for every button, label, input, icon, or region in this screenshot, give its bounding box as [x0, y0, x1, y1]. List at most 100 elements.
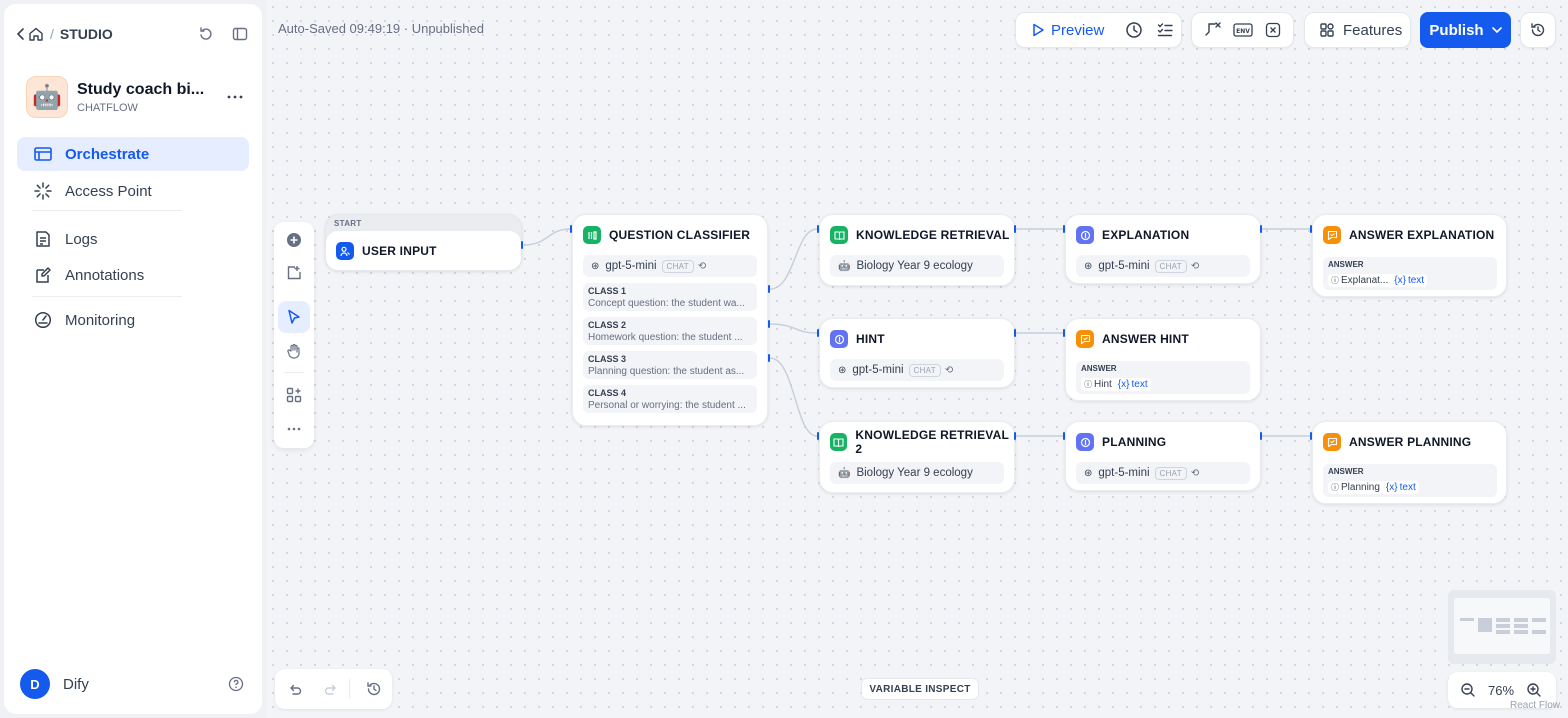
answer-section-label: ANSWER: [1328, 467, 1364, 476]
global-variables-icon[interactable]: [1265, 22, 1281, 38]
output-handle[interactable]: [1014, 225, 1016, 233]
output-handle[interactable]: [1014, 432, 1016, 440]
app-info[interactable]: 🤖 Study coach bi... CHATFLOW: [26, 74, 246, 120]
input-handle[interactable]: [1063, 225, 1065, 233]
output-handle[interactable]: [521, 241, 523, 249]
collapse-sidebar-icon[interactable]: [232, 26, 248, 42]
checklist-icon[interactable]: [1157, 22, 1174, 38]
input-handle[interactable]: [1310, 432, 1312, 440]
answer-hint-node[interactable]: ANSWER HINT ANSWER ⓘ Hint {x} text: [1065, 318, 1261, 401]
conversation-variables-icon[interactable]: [1204, 21, 1222, 39]
back-icon[interactable]: [16, 27, 26, 41]
add-node-button[interactable]: [278, 224, 310, 256]
history-button[interactable]: [1520, 12, 1556, 48]
version-history-icon[interactable]: [366, 681, 382, 697]
variable-inspect-button[interactable]: VARIABLE INSPECT: [861, 678, 979, 700]
add-note-button[interactable]: [278, 257, 310, 289]
answer-section-label: ANSWER: [1328, 260, 1364, 269]
llm-small-icon: ⓘ: [1331, 276, 1339, 285]
env-icon[interactable]: ENV: [1233, 22, 1254, 38]
explanation-node[interactable]: EXPLANATION ⊛ gpt-5-mini CHAT ⟲: [1065, 214, 1261, 284]
preview-group: Preview: [1015, 12, 1182, 48]
undo-icon[interactable]: [287, 681, 303, 697]
hand-mode-button[interactable]: [278, 335, 310, 367]
variable-field: text: [1131, 379, 1148, 390]
breadcrumb[interactable]: STUDIO: [60, 26, 113, 42]
redo-icon[interactable]: [323, 681, 339, 697]
zoom-level[interactable]: 76%: [1488, 683, 1514, 698]
sidebar-item-label: Orchestrate: [65, 145, 150, 163]
model-selector[interactable]: ⊛ gpt-5-mini CHAT ⟲: [1076, 462, 1250, 484]
help-icon[interactable]: [228, 676, 244, 692]
output-handle[interactable]: [768, 354, 770, 362]
input-handle[interactable]: [1063, 432, 1065, 440]
divider: [32, 296, 182, 297]
sidebar-header: / STUDIO: [16, 22, 248, 46]
llm-icon: [1076, 433, 1094, 451]
logs-icon: [33, 229, 53, 249]
openai-icon: ⊛: [838, 364, 847, 376]
pointer-mode-button[interactable]: [278, 301, 310, 333]
class-name: CLASS 3: [588, 354, 627, 364]
sidebar-item-orchestrate[interactable]: Orchestrate: [17, 137, 249, 171]
start-node[interactable]: START USER INPUT: [325, 214, 522, 271]
checklist-clock-icon[interactable]: [1125, 21, 1143, 39]
zoom-in-icon[interactable]: [1526, 682, 1542, 698]
model-selector[interactable]: ⊛ gpt-5-mini CHAT ⟲: [1076, 255, 1250, 277]
model-selector[interactable]: ⊛ gpt-5-mini CHAT ⟲: [830, 359, 1004, 381]
features-label: Features: [1343, 21, 1403, 39]
organize-blocks-button[interactable]: [278, 379, 310, 411]
model-selector[interactable]: ⊛ gpt-5-mini CHAT ⟲: [583, 255, 757, 277]
home-icon[interactable]: [28, 26, 44, 42]
svg-text:ENV: ENV: [1237, 28, 1251, 35]
sidebar-item-annotations[interactable]: Annotations: [17, 258, 249, 292]
zoom-out-icon[interactable]: [1460, 682, 1476, 698]
output-handle[interactable]: [768, 320, 770, 328]
output-handle[interactable]: [1260, 432, 1262, 440]
dataset-name: Biology Year 9 ecology: [856, 467, 973, 479]
knowledge-retrieval-node[interactable]: KNOWLEDGE RETRIEVAL 🤖 Biology Year 9 eco…: [819, 214, 1015, 286]
knowledge-retrieval-2-node[interactable]: KNOWLEDGE RETRIEVAL 2 🤖 Biology Year 9 e…: [819, 421, 1015, 493]
more-icon[interactable]: [227, 95, 243, 99]
answer-planning-node[interactable]: ANSWER PLANNING ANSWER ⓘ Planning {x} te…: [1312, 421, 1507, 504]
publish-button[interactable]: Publish: [1420, 12, 1511, 48]
model-settings-icon: ⟲: [1190, 467, 1200, 479]
publish-label: Publish: [1429, 21, 1484, 39]
answer-explanation-node[interactable]: ANSWER EXPLANATION ANSWER ⓘ Explanat... …: [1312, 214, 1507, 297]
preview-button[interactable]: Preview: [1016, 13, 1104, 47]
features-button[interactable]: Features: [1304, 12, 1411, 48]
user-account[interactable]: D Dify: [20, 666, 250, 702]
sidebar-item-label: Monitoring: [65, 311, 136, 329]
input-handle[interactable]: [817, 329, 819, 337]
sidebar-item-label: Annotations: [65, 266, 145, 284]
output-handle[interactable]: [768, 285, 770, 293]
input-handle[interactable]: [817, 432, 819, 440]
output-handle[interactable]: [1014, 329, 1016, 337]
variable-chip: ⓘ Hint {x} text: [1081, 378, 1151, 391]
hint-node[interactable]: HINT ⊛ gpt-5-mini CHAT ⟲: [819, 318, 1015, 388]
sync-icon[interactable]: [198, 26, 214, 42]
minimap[interactable]: [1448, 590, 1556, 664]
input-handle[interactable]: [1310, 225, 1312, 233]
input-handle[interactable]: [570, 225, 572, 233]
features-icon: [1319, 22, 1335, 38]
node-title: USER INPUT: [362, 244, 437, 258]
variable-node: Planning: [1341, 482, 1380, 493]
output-handle[interactable]: [1260, 225, 1262, 233]
history-icon: [1530, 22, 1546, 38]
classifier-icon: [583, 226, 601, 244]
planning-node[interactable]: PLANNING ⊛ gpt-5-mini CHAT ⟲: [1065, 421, 1261, 491]
sidebar-item-monitoring[interactable]: Monitoring: [17, 303, 249, 337]
answer-icon: [1323, 226, 1341, 244]
question-classifier-node[interactable]: QUESTION CLASSIFIER ⊛ gpt-5-mini CHAT ⟲ …: [572, 214, 768, 426]
model-settings-icon: ⟲: [1190, 260, 1200, 272]
input-handle[interactable]: [817, 225, 819, 233]
more-tools-button[interactable]: [278, 413, 310, 445]
sidebar-item-access-point[interactable]: Access Point: [17, 174, 249, 208]
llm-small-icon: ⓘ: [1084, 380, 1092, 389]
node-title: HINT: [856, 332, 885, 346]
react-flow-attribution[interactable]: React Flow: [1510, 700, 1560, 711]
sidebar-item-logs[interactable]: Logs: [17, 222, 249, 256]
input-handle[interactable]: [1063, 329, 1065, 337]
variable-symbol: {x}: [1117, 379, 1130, 390]
